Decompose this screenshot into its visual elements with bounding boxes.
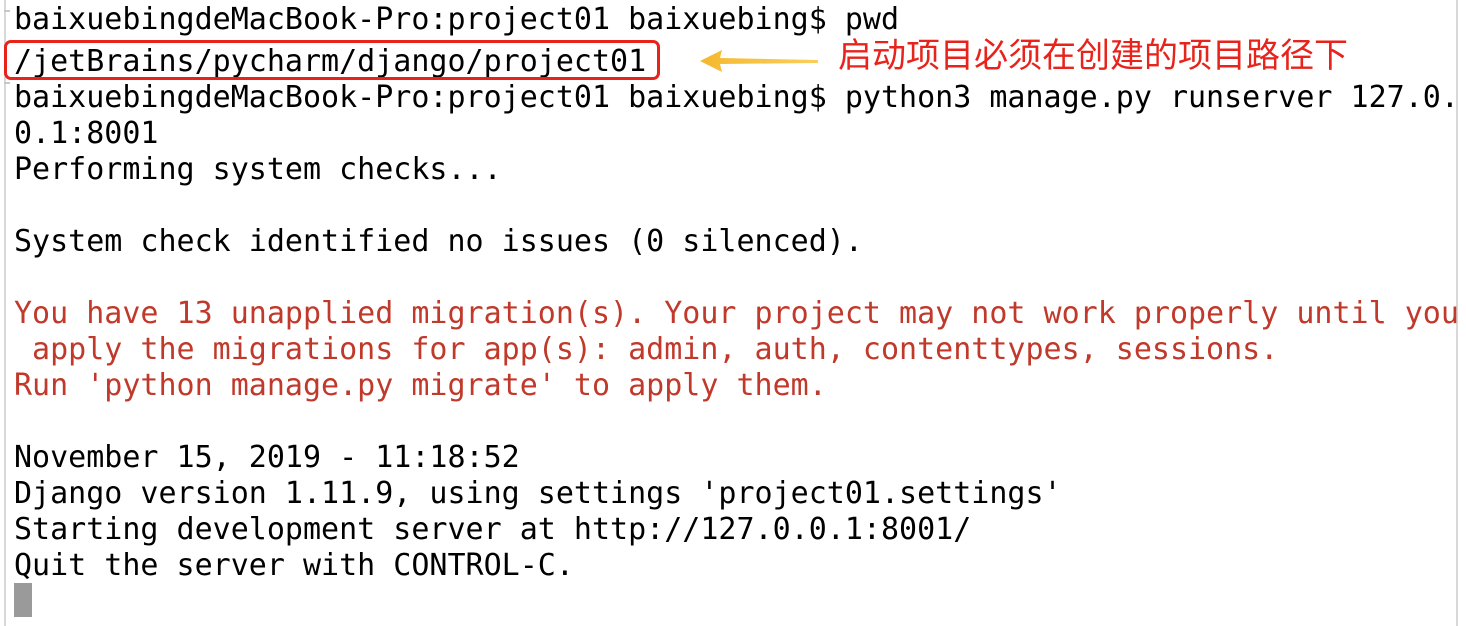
terminal-line-quit-hint: Quit the server with CONTROL-C. [14, 548, 574, 583]
prompt-marker [4, 10, 10, 12]
terminal-window[interactable]: baixuebingdeMacBook-Pro:project01 baixue… [0, 0, 1466, 626]
window-left-edge [4, 0, 6, 626]
terminal-cursor [14, 583, 32, 617]
prompt-marker [4, 82, 10, 84]
annotation-note: 启动项目必须在创建的项目路径下 [838, 36, 1348, 76]
terminal-line-pwd-command: baixuebingdeMacBook-Pro:project01 baixue… [14, 2, 900, 37]
terminal-line-no-issues: System check identified no issues (0 sil… [14, 224, 863, 259]
terminal-line-runserver-command-wrap: 0.1:8001 [14, 116, 159, 151]
terminal-line-migration-warning: You have 13 unapplied migration(s). Your… [14, 296, 1459, 331]
terminal-line-migrate-hint: Run 'python manage.py migrate' to apply … [14, 368, 827, 403]
path-highlight-box [4, 40, 660, 80]
terminal-line-system-checks: Performing system checks... [14, 152, 502, 187]
terminal-line-server-url: Starting development server at http://12… [14, 512, 972, 547]
terminal-line-runserver-command: baixuebingdeMacBook-Pro:project01 baixue… [14, 80, 1459, 115]
terminal-line-django-version: Django version 1.11.9, using settings 'p… [14, 476, 1062, 511]
annotation-arrow-icon [700, 50, 818, 72]
terminal-line-timestamp: November 15, 2019 - 11:18:52 [14, 440, 520, 475]
terminal-line-migration-apps: apply the migrations for app(s): admin, … [14, 332, 1279, 367]
